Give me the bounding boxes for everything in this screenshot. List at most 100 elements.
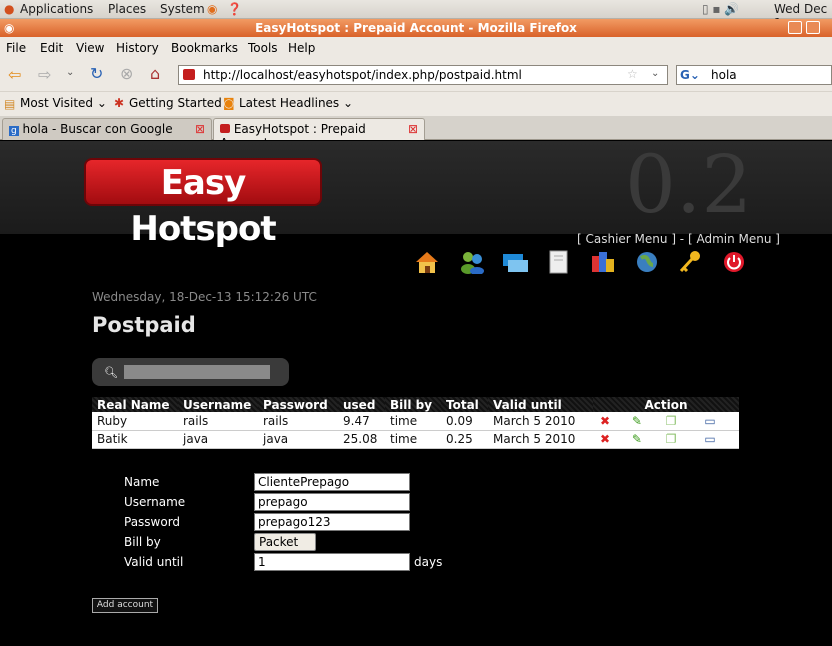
key-icon[interactable] [677, 250, 703, 274]
close-tab-icon[interactable]: ⊠ [408, 122, 418, 136]
tray-icons[interactable]: ▯ ▪ 🔊 [702, 2, 739, 16]
search-icon: 🔍︎ [104, 366, 118, 379]
document-icon[interactable] [546, 250, 572, 274]
current-datetime: Wednesday, 18-Dec-13 15:12:26 UTC [92, 290, 317, 304]
cell-valid-until: March 5 2010 [488, 412, 593, 431]
cell-real-name: Ruby [92, 412, 178, 431]
most-visited-icon: ▤ [4, 97, 16, 111]
table-row: Batik java java 25.08 time 0.25 March 5 … [92, 430, 739, 449]
google-favicon-icon: g [9, 126, 19, 136]
page-title: Postpaid [92, 313, 196, 337]
bookmark-latest-headlines[interactable]: Latest Headlines ⌄ [239, 96, 353, 110]
edit-pencil-icon[interactable]: ✎ [632, 432, 642, 446]
bookmark-most-visited[interactable]: Most Visited ⌄ [20, 96, 107, 110]
table-header-row: Real Name Username Password used Bill by… [92, 397, 739, 412]
back-icon[interactable]: ⇦ [8, 65, 21, 84]
rss-icon: ◙ [223, 96, 235, 110]
accounts-table: Real Name Username Password used Bill by… [92, 397, 739, 449]
ubuntu-logo-icon[interactable]: ● [4, 2, 14, 16]
search-input[interactable]: hola [711, 68, 737, 82]
add-account-button[interactable]: Add account [92, 598, 158, 613]
globe-icon[interactable] [634, 250, 660, 274]
logout-power-icon[interactable] [721, 250, 747, 274]
tab-google[interactable]: g hola - Buscar con Google ⊠ [2, 118, 212, 140]
close-tab-icon[interactable]: ⊠ [195, 122, 205, 136]
users-icon[interactable] [459, 250, 485, 275]
places-menu[interactable]: Places [108, 2, 146, 16]
bill-by-select[interactable]: Packet ⌄ [254, 533, 316, 563]
bookmark-label: Latest Headlines [239, 96, 340, 110]
name-label: Name [124, 475, 160, 489]
getting-started-icon: ✱ [114, 96, 125, 110]
copy-icon[interactable]: ❐ [666, 414, 677, 428]
applications-menu[interactable]: Applications [20, 2, 93, 16]
window-icon[interactable]: ◉ [4, 19, 14, 37]
search-input[interactable] [124, 365, 270, 379]
username-field[interactable] [254, 493, 410, 511]
valid-until-label: Valid until [124, 555, 184, 569]
menu-tools[interactable]: Tools [248, 41, 278, 55]
maximize-button[interactable] [806, 21, 820, 34]
valid-until-field[interactable] [254, 553, 410, 571]
menu-file[interactable]: File [6, 41, 26, 55]
history-dropdown-icon[interactable]: ⌄ [66, 67, 74, 78]
system-menu[interactable]: System [160, 2, 205, 16]
bookmark-star-icon[interactable]: ☆ [627, 67, 638, 81]
username-label: Username [124, 495, 186, 509]
bookmark-getting-started[interactable]: Getting Started [129, 96, 222, 110]
print-icon[interactable]: ▭ [704, 432, 715, 446]
url-text[interactable]: http://localhost/easyhotspot/index.php/p… [203, 68, 522, 82]
home-icon[interactable] [414, 250, 440, 274]
menu-bookmarks[interactable]: Bookmarks [171, 41, 238, 55]
site-favicon-icon [220, 124, 230, 133]
menubar: File Edit View History Bookmarks Tools H… [0, 37, 832, 59]
table-row: Ruby rails rails 9.47 time 0.09 March 5 … [92, 412, 739, 431]
minimize-button[interactable] [788, 21, 802, 34]
delete-icon[interactable]: ✖ [600, 432, 610, 446]
navigation-toolbar: ⇦ ⇨ ⌄ ↻ ⊗ ⌂ http://localhost/easyhotspot… [0, 59, 832, 91]
cell-username: java [178, 430, 258, 449]
print-icon[interactable]: ▭ [704, 414, 715, 428]
billing-plans-icon[interactable] [502, 250, 528, 274]
copy-icon[interactable]: ❐ [666, 432, 677, 446]
bill-by-label: Bill by [124, 535, 161, 549]
cell-used: 9.47 [338, 412, 385, 431]
bookmarks-toolbar: ▤ Most Visited ⌄ ✱ Getting Started ◙ Lat… [0, 91, 832, 116]
cell-used: 25.08 [338, 430, 385, 449]
stop-icon[interactable]: ⊗ [120, 64, 133, 83]
name-field[interactable] [254, 473, 410, 491]
forward-icon[interactable]: ⇨ [38, 65, 51, 84]
window-title: EasyHotspot : Prepaid Account - Mozilla … [255, 21, 577, 35]
menu-edit[interactable]: Edit [40, 41, 63, 55]
reload-icon[interactable]: ↻ [90, 64, 103, 83]
delete-icon[interactable]: ✖ [600, 414, 610, 428]
version-number: 0.2 [625, 138, 753, 231]
cell-actions: ✖ ✎ ❐ ▭ [593, 412, 739, 431]
url-dropdown-icon[interactable]: ⌄ [651, 68, 659, 79]
days-label: days [414, 555, 443, 569]
cell-total: 0.25 [441, 430, 488, 449]
password-field[interactable] [254, 513, 410, 531]
search-bar[interactable]: G⌄ hola [676, 65, 832, 85]
column-header: Password [258, 397, 338, 412]
firefox-launcher-icon[interactable]: ◉ [207, 2, 217, 16]
menu-help[interactable]: Help [288, 41, 315, 55]
reports-icon[interactable] [590, 250, 616, 274]
home-icon[interactable]: ⌂ [150, 64, 160, 83]
cell-password: java [258, 430, 338, 449]
cell-real-name: Batik [92, 430, 178, 449]
easy-hotspot-logo[interactable]: Easy Hotspot [84, 158, 322, 249]
menu-history[interactable]: History [116, 41, 159, 55]
menu-links[interactable]: [ Cashier Menu ] - [ Admin Menu ] [577, 232, 780, 246]
edit-pencil-icon[interactable]: ✎ [632, 414, 642, 428]
tab-easyhotspot[interactable]: EasyHotspot : Prepaid Account ⊠ [213, 118, 425, 150]
gnome-panel: ● Applications Places System ◉ ❓ ▯ ▪ 🔊 W… [0, 0, 832, 30]
column-header: Real Name [92, 397, 178, 412]
google-search-engine-icon[interactable]: G⌄ [680, 68, 700, 82]
tab-bar: g hola - Buscar con Google ⊠ EasyHotspot… [0, 116, 832, 150]
url-bar[interactable]: http://localhost/easyhotspot/index.php/p… [178, 65, 668, 85]
menu-view[interactable]: View [76, 41, 104, 55]
cell-valid-until: March 5 2010 [488, 430, 593, 449]
window-titlebar[interactable]: EasyHotspot : Prepaid Account - Mozilla … [0, 19, 832, 37]
help-icon[interactable]: ❓ [227, 2, 242, 16]
